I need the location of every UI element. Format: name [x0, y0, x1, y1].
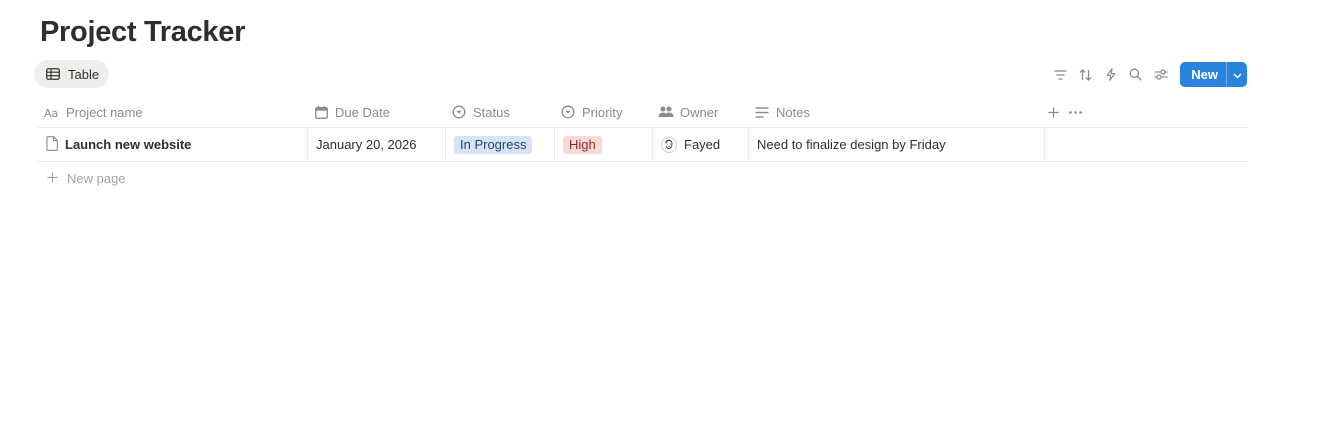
- new-page-button[interactable]: New page: [38, 162, 1248, 195]
- cell-due-date[interactable]: January 20, 2026: [307, 128, 445, 161]
- column-header-label: Due Date: [335, 104, 390, 120]
- column-header-priority[interactable]: Priority: [554, 97, 652, 127]
- text-type-icon: Aa: [44, 104, 60, 120]
- column-header-status[interactable]: Status: [445, 97, 554, 127]
- column-header-label: Owner: [680, 104, 719, 120]
- avatar: [661, 136, 677, 153]
- table-header: Aa Project name Due Date Status Priority: [38, 97, 1248, 128]
- database-table: Aa Project name Due Date Status Priority: [38, 97, 1248, 195]
- column-header-due-date[interactable]: Due Date: [307, 97, 445, 127]
- page-title: Project Tracker: [40, 16, 246, 48]
- select-icon: [560, 104, 576, 120]
- new-button-dropdown[interactable]: [1226, 62, 1247, 87]
- table-icon: [46, 68, 60, 80]
- column-header-project-name[interactable]: Aa Project name: [38, 97, 307, 127]
- column-header-label: Priority: [582, 104, 623, 120]
- column-header-label: Notes: [776, 104, 810, 120]
- calendar-icon: [313, 104, 329, 120]
- priority-badge: High: [563, 135, 602, 154]
- search-icon[interactable]: [1123, 62, 1148, 87]
- status-icon: [451, 104, 467, 120]
- cell-owner[interactable]: Fayed: [652, 128, 748, 161]
- plus-icon: [47, 171, 58, 186]
- sort-icon[interactable]: [1073, 62, 1098, 87]
- view-toolbar: New: [1048, 62, 1247, 87]
- filter-icon[interactable]: [1048, 62, 1073, 87]
- view-tab-label: Table: [68, 66, 100, 82]
- add-property-icon[interactable]: [1048, 107, 1059, 118]
- table-row[interactable]: Launch new website January 20, 2026 In P…: [38, 128, 1248, 162]
- view-tab-table[interactable]: Table: [34, 60, 110, 88]
- column-header-label: Project name: [66, 104, 143, 120]
- cell-priority[interactable]: High: [554, 128, 652, 161]
- svg-text:Aa: Aa: [44, 107, 58, 118]
- cell-project-name[interactable]: Launch new website: [38, 128, 307, 161]
- due-date-text: January 20, 2026: [316, 137, 417, 152]
- new-button-main[interactable]: New: [1180, 62, 1226, 87]
- cell-status[interactable]: In Progress: [445, 128, 554, 161]
- owner-name: Fayed: [684, 137, 721, 152]
- cell-spacer: [1044, 128, 1248, 161]
- new-button: New: [1180, 62, 1247, 87]
- column-header-notes[interactable]: Notes: [748, 97, 1044, 127]
- more-options-icon[interactable]: [1069, 111, 1082, 114]
- page-icon: [46, 135, 58, 154]
- notes-text: Need to finalize design by Friday: [757, 137, 946, 152]
- project-name-text: Launch new website: [65, 137, 192, 152]
- text-lines-icon: [754, 104, 770, 120]
- cell-notes[interactable]: Need to finalize design by Friday: [748, 128, 1044, 161]
- chevron-down-icon: [1232, 66, 1242, 84]
- column-actions: [1048, 97, 1082, 128]
- automation-icon[interactable]: [1098, 62, 1123, 87]
- new-page-label: New page: [67, 171, 126, 186]
- status-badge: In Progress: [454, 135, 533, 154]
- settings-icon[interactable]: [1148, 62, 1173, 87]
- column-header-label: Status: [473, 104, 510, 120]
- owner-chip: Fayed: [661, 136, 721, 153]
- column-header-owner[interactable]: Owner: [652, 97, 748, 127]
- people-icon: [658, 104, 674, 120]
